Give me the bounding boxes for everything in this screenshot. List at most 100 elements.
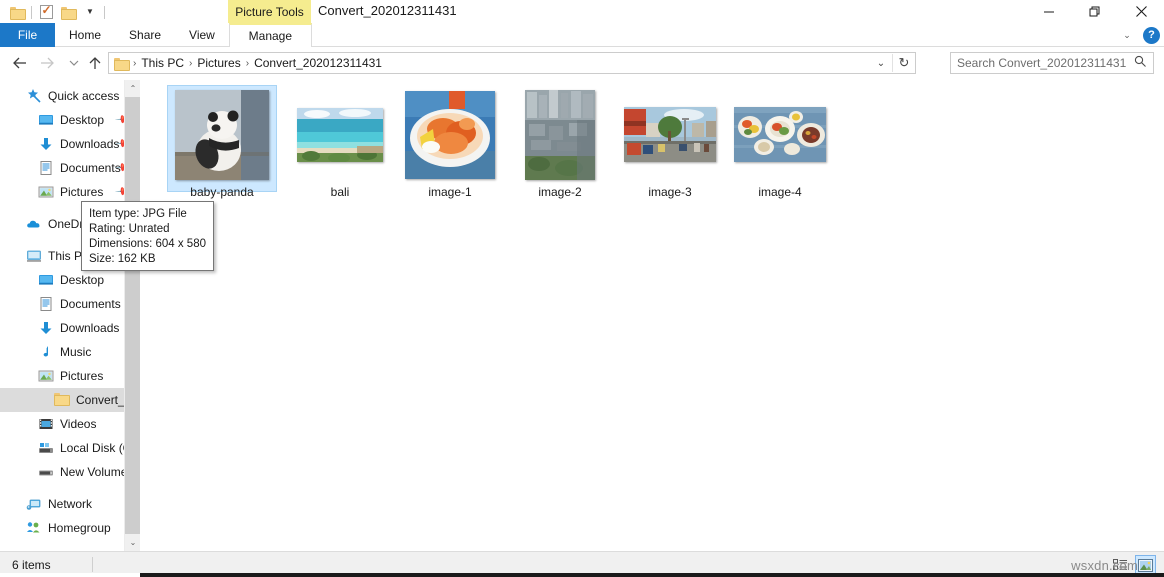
ribbon-right-controls: ⌄ ?	[1119, 23, 1160, 47]
tab-manage[interactable]: Manage	[229, 23, 312, 47]
scroll-down-icon[interactable]: ⌄	[125, 534, 140, 551]
sidebar-item-desktop[interactable]: Desktop 📌	[0, 108, 140, 132]
download-icon	[38, 136, 54, 152]
forward-button[interactable]	[37, 53, 57, 73]
sidebar-item-quick-access[interactable]: Quick access	[0, 84, 140, 108]
properties-icon[interactable]	[35, 2, 57, 22]
back-button[interactable]	[10, 53, 30, 73]
sidebar-item-network[interactable]: Network	[0, 492, 140, 516]
sidebar-label: Quick access	[48, 89, 119, 103]
sidebar-item-downloads[interactable]: Downloads 📌	[0, 132, 140, 156]
file-item-image-3[interactable]: image-3	[615, 85, 725, 199]
sidebar-item-convert-folder[interactable]: Convert_20201	[0, 388, 140, 412]
file-item-image-2[interactable]: image-2	[505, 85, 615, 199]
address-dropdown-icon[interactable]: ⌄	[870, 53, 892, 73]
sidebar-label: Network	[48, 497, 92, 511]
document-icon	[38, 160, 54, 176]
scroll-up-icon[interactable]: ⌃	[125, 80, 140, 97]
breadcrumb-this-pc[interactable]: This PC	[137, 56, 188, 70]
file-thumbnail	[175, 90, 269, 180]
breadcrumb: › This PC › Pictures › Convert_202012311…	[109, 56, 386, 70]
sidebar-item-music[interactable]: Music	[0, 340, 140, 364]
folder-icon[interactable]	[6, 2, 28, 22]
hard-drive-icon	[38, 440, 54, 456]
explorer-body: Quick access Desktop 📌	[0, 80, 1164, 551]
sidebar-item-new-volume-e[interactable]: New Volume (E:)	[0, 460, 140, 484]
toolbar-divider-2	[104, 6, 105, 19]
sidebar-item-this-pc-downloads[interactable]: Downloads	[0, 316, 140, 340]
restore-button[interactable]	[1072, 0, 1118, 23]
chevron-down-icon[interactable]: ⌄	[1119, 30, 1135, 41]
download-icon	[38, 320, 54, 336]
file-name: baby-panda	[167, 185, 277, 199]
tab-share[interactable]: Share	[115, 23, 175, 47]
ribbon-tab-bar: File Home Share View Manage ⌄ ?	[0, 23, 1164, 47]
taskbar-edge	[0, 573, 1164, 577]
quick-access-toolbar: ▼	[6, 2, 108, 22]
help-icon[interactable]: ?	[1143, 27, 1160, 44]
toolbar-divider	[31, 6, 32, 19]
sidebar-item-this-pc-desktop[interactable]: Desktop	[0, 268, 140, 292]
file-name: image-3	[615, 185, 725, 199]
sidebar-scrollbar[interactable]: ⌃ ⌄	[124, 80, 140, 551]
videos-icon	[38, 416, 54, 432]
file-list-view[interactable]: baby-panda	[157, 80, 1164, 551]
file-name: bali	[285, 185, 395, 199]
search-input[interactable]: Search Convert_202012311431	[950, 52, 1154, 74]
sidebar-label: Homegroup	[48, 521, 111, 535]
new-folder-icon[interactable]	[57, 2, 79, 22]
picture-tools-label: Picture Tools	[228, 0, 311, 23]
sidebar-label: Desktop	[60, 113, 104, 127]
sidebar-item-documents[interactable]: Documents 📌	[0, 156, 140, 180]
title-bar: ▼ Picture Tools Convert_202012311431	[0, 0, 1164, 23]
refresh-icon[interactable]: ↻	[893, 53, 915, 73]
recent-locations-icon[interactable]	[64, 53, 84, 73]
search-icon[interactable]	[1134, 55, 1147, 71]
close-button[interactable]	[1118, 0, 1164, 23]
breadcrumb-pictures[interactable]: Pictures	[193, 56, 244, 70]
this-pc-icon	[26, 248, 42, 264]
file-thumbnail	[525, 90, 595, 180]
tooltip-rating: Rating: Unrated	[89, 222, 206, 237]
breadcrumb-current-folder[interactable]: Convert_202012311431	[250, 56, 386, 70]
minimize-button[interactable]	[1026, 0, 1072, 23]
tab-home[interactable]: Home	[55, 23, 115, 47]
customize-caret-icon[interactable]: ▼	[79, 2, 101, 22]
file-item-image-1[interactable]: image-1	[395, 85, 505, 199]
navigation-pane: Quick access Desktop 📌	[0, 80, 140, 551]
file-tooltip: Item type: JPG File Rating: Unrated Dime…	[81, 201, 214, 271]
file-name: image-1	[395, 185, 505, 199]
window-title: Convert_202012311431	[318, 3, 457, 18]
file-name: image-2	[505, 185, 615, 199]
file-item-baby-panda[interactable]: baby-panda	[167, 85, 277, 199]
scrollbar-thumb[interactable]	[125, 97, 140, 534]
sidebar-item-videos[interactable]: Videos	[0, 412, 140, 436]
sidebar-item-local-disk-c[interactable]: Local Disk (C:)	[0, 436, 140, 460]
address-bar: › This PC › Pictures › Convert_202012311…	[0, 48, 1164, 78]
sidebar-label: Music	[60, 345, 91, 359]
watermark-text: wsxdn.com	[1071, 558, 1138, 573]
sidebar-label: Downloads	[60, 321, 119, 335]
up-button[interactable]	[85, 53, 105, 73]
tooltip-item-type: Item type: JPG File	[89, 207, 206, 222]
sidebar-spacer-3	[0, 484, 140, 492]
drive-icon	[38, 464, 54, 480]
tab-file[interactable]: File	[0, 23, 55, 47]
star-pin-icon	[26, 88, 42, 104]
taskbar-edge-left	[0, 573, 140, 577]
file-item-image-4[interactable]: image-4	[725, 85, 835, 199]
sidebar-item-this-pc-pictures[interactable]: Pictures	[0, 364, 140, 388]
sidebar-item-this-pc-documents[interactable]: Documents	[0, 292, 140, 316]
item-count-label: 6 items	[12, 558, 51, 572]
file-explorer-window: ▼ Picture Tools Convert_202012311431	[0, 0, 1164, 577]
desktop-icon	[38, 272, 54, 288]
address-input[interactable]: › This PC › Pictures › Convert_202012311…	[108, 52, 916, 74]
file-thumbnail	[734, 107, 826, 162]
sidebar-item-homegroup[interactable]: Homegroup	[0, 516, 140, 540]
file-item-bali[interactable]: bali	[285, 85, 395, 199]
tab-view[interactable]: View	[175, 23, 229, 47]
window-controls	[1026, 0, 1164, 23]
pictures-icon	[38, 184, 54, 200]
large-icons-view-button[interactable]	[1135, 555, 1156, 575]
pictures-icon	[38, 368, 54, 384]
